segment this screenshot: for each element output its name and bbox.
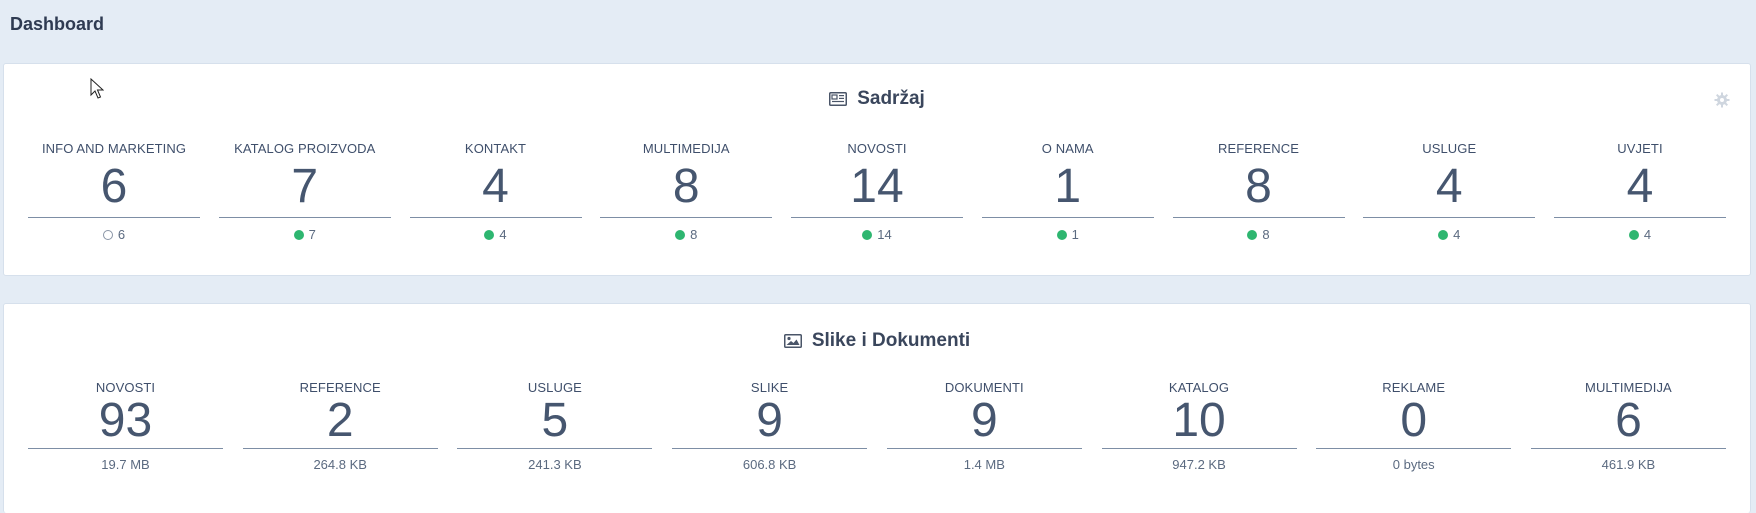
stat-published: 8 — [1262, 227, 1270, 242]
media-stats-row: NOVOSTI 93 19.7 MB REFERENCE 2 264.8 KB … — [28, 380, 1726, 473]
stat-status: 8 — [675, 227, 697, 243]
media-panel: Slike i Dokumenti NOVOSTI 93 19.7 MB REF… — [3, 303, 1751, 513]
stat-label: UVJETI — [1617, 141, 1663, 156]
stat-status: 4 — [484, 227, 507, 243]
stat-label: MULTIMEDIJA — [642, 141, 730, 156]
stat-status: 14 — [862, 227, 892, 243]
media-panel-title: Slike i Dokumenti — [811, 330, 971, 351]
content-stats-row: INFO AND MARKETING 6 6 KATALOG PROIZVODA… — [28, 141, 1726, 243]
stat-status: 4 — [1438, 227, 1460, 243]
content-stat-usluge[interactable]: USLUGE 4 4 — [1363, 141, 1536, 243]
stat-published: 4 — [1453, 227, 1461, 242]
stat-count: 8 — [600, 161, 773, 218]
status-dot-icon — [1438, 230, 1449, 240]
stat-label: REFERENCE — [1217, 141, 1300, 156]
content-panel-header: Sadržaj — [4, 88, 1750, 110]
media-stat-multimedija[interactable]: MULTIMEDIJA 6 461.9 KB — [1530, 380, 1726, 473]
stat-size: 947.2 KB — [1172, 457, 1226, 472]
stat-size: 461.9 KB — [1601, 457, 1656, 472]
stat-label: INFO AND MARKETING — [41, 141, 187, 156]
media-stat-katalog[interactable]: KATALOG 10 947.2 KB — [1101, 380, 1297, 473]
stat-status: 6 — [102, 227, 126, 243]
stat-published: 7 — [308, 227, 316, 242]
stat-count: 6 — [1530, 396, 1726, 449]
stat-published: 4 — [499, 227, 507, 242]
stat-status: 1 — [1056, 227, 1079, 243]
content-stat-reference[interactable]: REFERENCE 8 8 — [1172, 141, 1345, 243]
content-stat-multimedija[interactable]: MULTIMEDIJA 8 8 — [600, 141, 773, 243]
stat-count: 2 — [242, 396, 438, 449]
stat-label: KATALOG PROIZVODA — [234, 141, 376, 156]
stat-count: 7 — [218, 161, 391, 218]
content-stat-info-and-marketing[interactable]: INFO AND MARKETING 6 6 — [28, 141, 200, 243]
stat-size: 241.3 KB — [528, 457, 582, 472]
status-dot-icon — [484, 230, 495, 240]
stat-label: KONTAKT — [464, 141, 527, 156]
stat-published: 1 — [1071, 227, 1079, 242]
stat-count: 5 — [457, 396, 653, 449]
stat-count: 9 — [886, 396, 1082, 449]
status-dot-icon — [675, 230, 686, 240]
stat-count: 4 — [1554, 161, 1726, 218]
status-dot-icon — [862, 230, 873, 240]
media-stat-reklame[interactable]: REKLAME 0 0 bytes — [1316, 380, 1512, 473]
content-stat-katalog-proizvoda[interactable]: KATALOG PROIZVODA 7 7 — [218, 141, 391, 243]
stat-size: 0 bytes — [1392, 457, 1435, 472]
stat-count: 14 — [791, 161, 963, 218]
content-stat-uvjeti[interactable]: UVJETI 4 4 — [1554, 141, 1726, 243]
stat-count: 4 — [409, 161, 582, 218]
content-stat-o-nama[interactable]: O NAMA 1 1 — [981, 141, 1154, 243]
gear-icon[interactable] — [1714, 92, 1730, 108]
stat-published: 14 — [877, 227, 892, 242]
stat-size: 19.7 MB — [101, 457, 150, 472]
stat-count: 1 — [981, 161, 1154, 218]
stat-status: 7 — [293, 227, 316, 243]
page-title: Dashboard — [10, 14, 105, 34]
stat-status: 4 — [1628, 227, 1652, 243]
stat-count: 0 — [1316, 396, 1512, 449]
content-panel-title: Sadržaj — [857, 88, 925, 109]
stat-label: O NAMA — [1041, 141, 1094, 156]
image-icon — [783, 334, 802, 348]
media-stat-slike[interactable]: SLIKE 9 606.8 KB — [672, 380, 868, 473]
status-dot-icon — [1056, 230, 1067, 240]
stat-size: 1.4 MB — [963, 457, 1005, 472]
stat-count: 8 — [1172, 161, 1345, 218]
mouse-cursor-icon — [90, 78, 104, 99]
media-stat-dokumenti[interactable]: DOKUMENTI 9 1.4 MB — [886, 380, 1082, 473]
content-stat-kontakt[interactable]: KONTAKT 4 4 — [409, 141, 582, 243]
status-dot-icon — [293, 230, 304, 240]
stat-published: 8 — [690, 227, 698, 242]
stat-status: 8 — [1247, 227, 1270, 243]
stat-label: USLUGE — [1422, 141, 1477, 156]
stat-count: 10 — [1101, 396, 1297, 449]
stat-published: 6 — [117, 227, 126, 242]
content-stat-novosti[interactable]: NOVOSTI 14 14 — [791, 141, 963, 243]
status-dot-icon — [102, 230, 113, 240]
media-stat-reference[interactable]: REFERENCE 2 264.8 KB — [242, 380, 438, 473]
stat-count: 6 — [28, 161, 200, 218]
media-stat-usluge[interactable]: USLUGE 5 241.3 KB — [457, 380, 653, 473]
content-panel: Sadržaj INFO AND MARKETING 6 6 KATALOG P… — [3, 63, 1751, 276]
stat-label: NOVOSTI — [847, 141, 907, 156]
stat-count: 4 — [1363, 161, 1536, 218]
stat-published: 4 — [1643, 227, 1652, 242]
media-stat-novosti[interactable]: NOVOSTI 93 19.7 MB — [28, 380, 223, 473]
stat-size: 264.8 KB — [313, 457, 367, 472]
stat-count: 9 — [672, 396, 868, 449]
newspaper-icon — [829, 92, 848, 106]
stat-count: 93 — [28, 396, 223, 449]
status-dot-icon — [1628, 230, 1639, 240]
status-dot-icon — [1247, 230, 1258, 240]
media-panel-header: Slike i Dokumenti — [4, 330, 1750, 352]
stat-size: 606.8 KB — [742, 457, 797, 472]
